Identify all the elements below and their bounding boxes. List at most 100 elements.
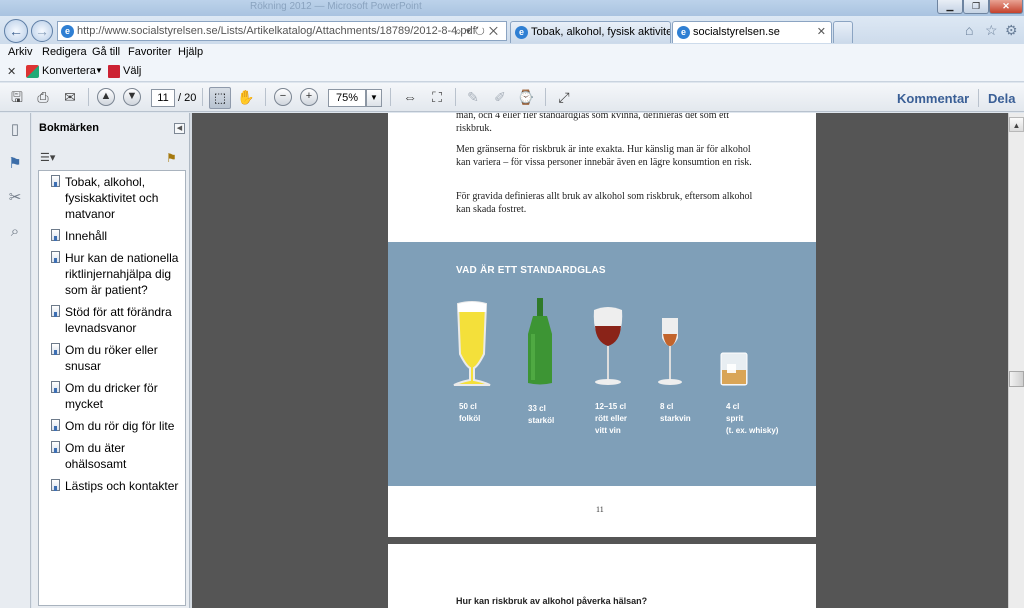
menu-ga-till[interactable]: Gå till bbox=[92, 46, 120, 58]
chevron-down-icon[interactable]: ▼ bbox=[95, 66, 103, 75]
ie-icon: e bbox=[515, 26, 528, 39]
separator bbox=[978, 89, 979, 107]
bookmark-item[interactable]: Innehåll bbox=[39, 225, 185, 247]
email-icon[interactable]: ✉ bbox=[60, 87, 80, 107]
new-tab-button[interactable] bbox=[833, 21, 853, 43]
bookmark-item[interactable]: Om du dricker för mycket bbox=[39, 377, 185, 415]
tab-socialstyrelsen[interactable]: e socialstyrelsen.se ✕ bbox=[672, 21, 832, 43]
next-page-button[interactable]: ▼ bbox=[123, 88, 141, 106]
menu-favoriter[interactable]: Favoriter bbox=[128, 46, 171, 58]
bookmark-icon bbox=[51, 229, 60, 241]
zoom-level-input[interactable]: 75% bbox=[328, 89, 366, 107]
zoom-dropdown-button[interactable]: ▼ bbox=[366, 89, 382, 107]
navigation-pane-strip: ▯ ⚑ ✂ ⌕ bbox=[0, 113, 31, 608]
document-view[interactable]: man, och 4 eller fler standardglas som k… bbox=[192, 113, 1008, 608]
pdf-convert-toolbar: ✕ Konvertera ▼ Välj bbox=[0, 62, 1024, 82]
page-number-input[interactable]: 11 bbox=[151, 89, 175, 107]
scrollbar-thumb[interactable] bbox=[1009, 371, 1024, 387]
bookmark-item[interactable]: Om du röker eller snusar bbox=[39, 339, 185, 377]
forward-button[interactable]: → bbox=[31, 20, 53, 42]
bookmark-options-button[interactable]: ☰▾ bbox=[40, 151, 55, 164]
stamp-icon[interactable]: ⌚ bbox=[516, 87, 536, 107]
close-tab-icon[interactable]: ✕ bbox=[817, 25, 826, 38]
bookmark-list: Tobak, alkohol, fysiskaktivitet och matv… bbox=[38, 170, 186, 606]
attach-icon[interactable]: ✐ bbox=[490, 87, 510, 107]
menu-bar: Arkiv Redigera Gå till Favoriter Hjälp bbox=[0, 44, 1024, 62]
gear-icon[interactable]: ⚙ bbox=[1005, 22, 1018, 39]
body-paragraph: man, och 4 eller fler standardglas som k… bbox=[456, 113, 729, 134]
menu-arkiv[interactable]: Arkiv bbox=[8, 46, 32, 58]
bookmark-icon bbox=[51, 381, 60, 393]
bookmark-item[interactable]: Hur kan de nationella riktlinjernahjälpa… bbox=[39, 247, 185, 301]
browser-navigation-bar: ← → e http://www.socialstyrelsen.se/List… bbox=[0, 16, 1024, 44]
maximize-button[interactable]: ❐ bbox=[963, 0, 989, 14]
beer-glass-icon bbox=[453, 301, 491, 386]
favorites-star-icon[interactable]: ☆ bbox=[985, 22, 998, 39]
glass-label-folkol: 50 cl folköl bbox=[459, 402, 481, 423]
collapse-panel-button[interactable]: ◀ bbox=[174, 123, 185, 134]
fit-width-icon[interactable]: ⇔ bbox=[400, 87, 420, 107]
window-title-bar: Rökning 2012 — Microsoft PowerPoint ▁ ❐ … bbox=[0, 0, 1024, 16]
glass-label-starkvin: 8 cl starkvin bbox=[660, 402, 691, 423]
standard-drink-infobox: VAD ÄR ETT STANDARDGLAS 50 cl folköl 33 … bbox=[388, 242, 816, 486]
glass-label-starkol: 33 cl starköl bbox=[528, 404, 555, 425]
home-icon[interactable]: ⌂ bbox=[965, 22, 973, 38]
comment-button[interactable]: Kommentar bbox=[897, 91, 969, 106]
menu-hjalp[interactable]: Hjälp bbox=[178, 46, 203, 58]
bookmark-icon bbox=[51, 479, 60, 491]
ie-icon: e bbox=[677, 26, 690, 39]
previous-page-button[interactable]: ▲ bbox=[97, 88, 115, 106]
bookmarks-icon[interactable]: ⚑ bbox=[5, 154, 25, 174]
convert-button[interactable]: Konvertera bbox=[42, 65, 96, 77]
bookmark-label: Om du röker eller snusar bbox=[65, 343, 158, 373]
fit-page-icon[interactable]: ⛶ bbox=[427, 87, 447, 107]
vertical-scrollbar[interactable]: ▲ bbox=[1008, 113, 1024, 608]
select-button[interactable]: Välj bbox=[123, 65, 141, 77]
page-number: 11 bbox=[596, 505, 604, 514]
zoom-out-button[interactable]: − bbox=[274, 88, 292, 106]
search-binoculars-icon[interactable]: ⌕ bbox=[5, 222, 25, 242]
fortified-wine-glass-icon bbox=[658, 318, 682, 385]
scroll-up-button[interactable]: ▲ bbox=[1009, 117, 1024, 132]
convert-icon bbox=[26, 65, 39, 78]
bookmark-item[interactable]: Lästips och kontakter bbox=[39, 475, 185, 497]
address-bar[interactable]: e http://www.socialstyrelsen.se/Lists/Ar… bbox=[57, 21, 507, 41]
pdf-page: Hur kan riskbruk av alkohol påverka häls… bbox=[388, 544, 816, 608]
zoom-in-button[interactable]: + bbox=[300, 88, 318, 106]
sign-icon[interactable]: ✎ bbox=[463, 87, 483, 107]
select-pdf-icon bbox=[108, 65, 120, 78]
fullscreen-icon[interactable]: ⤢ bbox=[554, 87, 574, 107]
separator bbox=[390, 88, 391, 106]
bookmark-icon bbox=[51, 343, 60, 355]
attachments-paperclip-icon[interactable]: ✂ bbox=[5, 188, 25, 208]
tab-label: Tobak, alkohol, fysisk aktivitet ... bbox=[531, 26, 670, 38]
hand-tool-icon[interactable]: ✋ bbox=[236, 87, 256, 107]
back-button[interactable]: ← bbox=[4, 19, 28, 43]
bookmark-label: Stöd för att förändra levnadsvanor bbox=[65, 305, 172, 335]
menu-redigera[interactable]: Redigera bbox=[42, 46, 87, 58]
bookmark-item[interactable]: Tobak, alkohol, fysiskaktivitet och matv… bbox=[39, 171, 185, 225]
save-icon[interactable]: 🖫 bbox=[7, 87, 27, 107]
page-thumbnails-icon[interactable]: ▯ bbox=[5, 120, 25, 140]
select-tool-icon[interactable]: ⬚ bbox=[209, 87, 231, 109]
bookmark-item[interactable]: Om du äter ohälsosamt bbox=[39, 437, 185, 475]
close-toolbar-icon[interactable]: ✕ bbox=[7, 65, 16, 78]
whisky-glass-icon bbox=[720, 352, 748, 386]
minimize-button[interactable]: ▁ bbox=[937, 0, 963, 14]
bookmark-item[interactable]: Om du rör dig för lite bbox=[39, 415, 185, 437]
reader-toolbar: 🖫 ⎙ ✉ ▲ ▼ 11 / 20 ⬚ ✋ − + 75% ▼ ⇔ ⛶ ✎ ✐ … bbox=[0, 83, 1024, 112]
address-controls[interactable]: ⌕▾↻✕ bbox=[455, 24, 502, 39]
separator bbox=[545, 88, 546, 106]
bookmark-label: Hur kan de nationella riktlinjernahjälpa… bbox=[65, 251, 179, 297]
print-icon[interactable]: ⎙ bbox=[33, 87, 53, 107]
tab-tobak-alkohol[interactable]: e Tobak, alkohol, fysisk aktivitet ... bbox=[510, 21, 671, 43]
share-button[interactable]: Dela bbox=[988, 91, 1015, 106]
body-paragraph: Men gränserna för riskbruk är inte exakt… bbox=[456, 144, 752, 168]
new-bookmark-icon[interactable]: ⚑ bbox=[166, 151, 177, 165]
close-window-button[interactable]: ✕ bbox=[989, 0, 1023, 14]
bookmark-item[interactable]: Stöd för att förändra levnadsvanor bbox=[39, 301, 185, 339]
address-url[interactable]: http://www.socialstyrelsen.se/Lists/Arti… bbox=[77, 25, 476, 37]
window-title: Rökning 2012 — Microsoft PowerPoint bbox=[250, 1, 422, 12]
bookmarks-panel: Bokmärken ◀ ☰▾ ⚑ Tobak, alkohol, fysiska… bbox=[32, 113, 189, 608]
separator bbox=[455, 88, 456, 106]
